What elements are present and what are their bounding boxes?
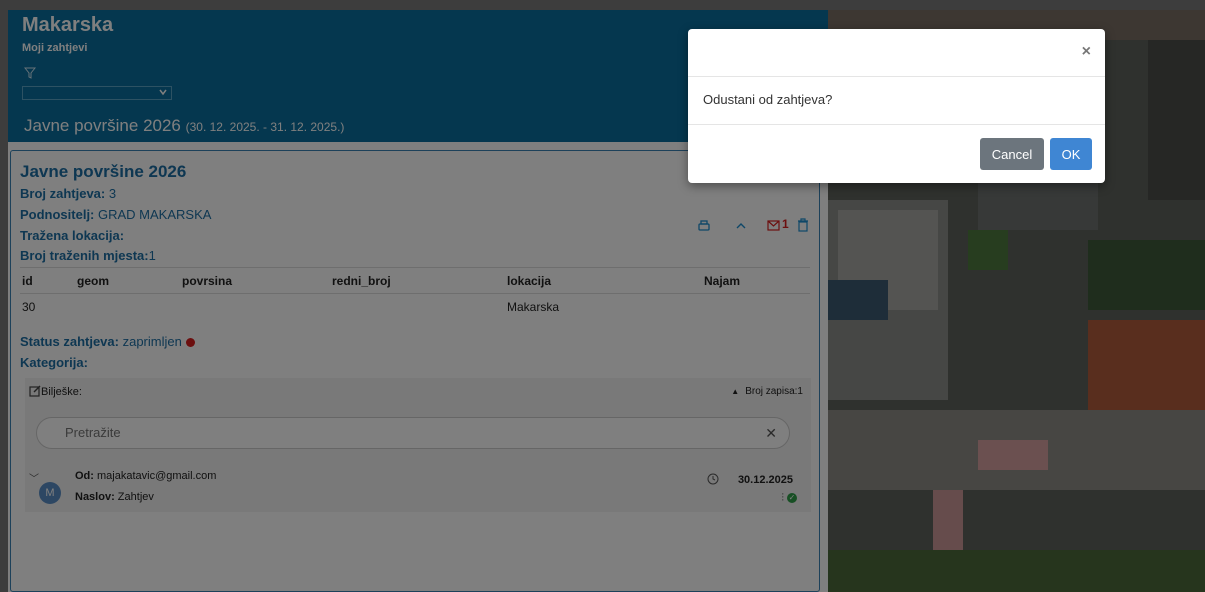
close-icon[interactable]: × bbox=[1082, 43, 1091, 61]
dialog-footer: Cancel OK bbox=[688, 124, 1105, 183]
ok-button[interactable]: OK bbox=[1050, 138, 1092, 170]
confirm-dialog: × Odustani od zahtjeva? Cancel OK bbox=[688, 29, 1105, 183]
dialog-message: Odustani od zahtjeva? bbox=[703, 92, 833, 107]
cancel-button[interactable]: Cancel bbox=[980, 138, 1044, 170]
dialog-header: × bbox=[688, 29, 1105, 77]
